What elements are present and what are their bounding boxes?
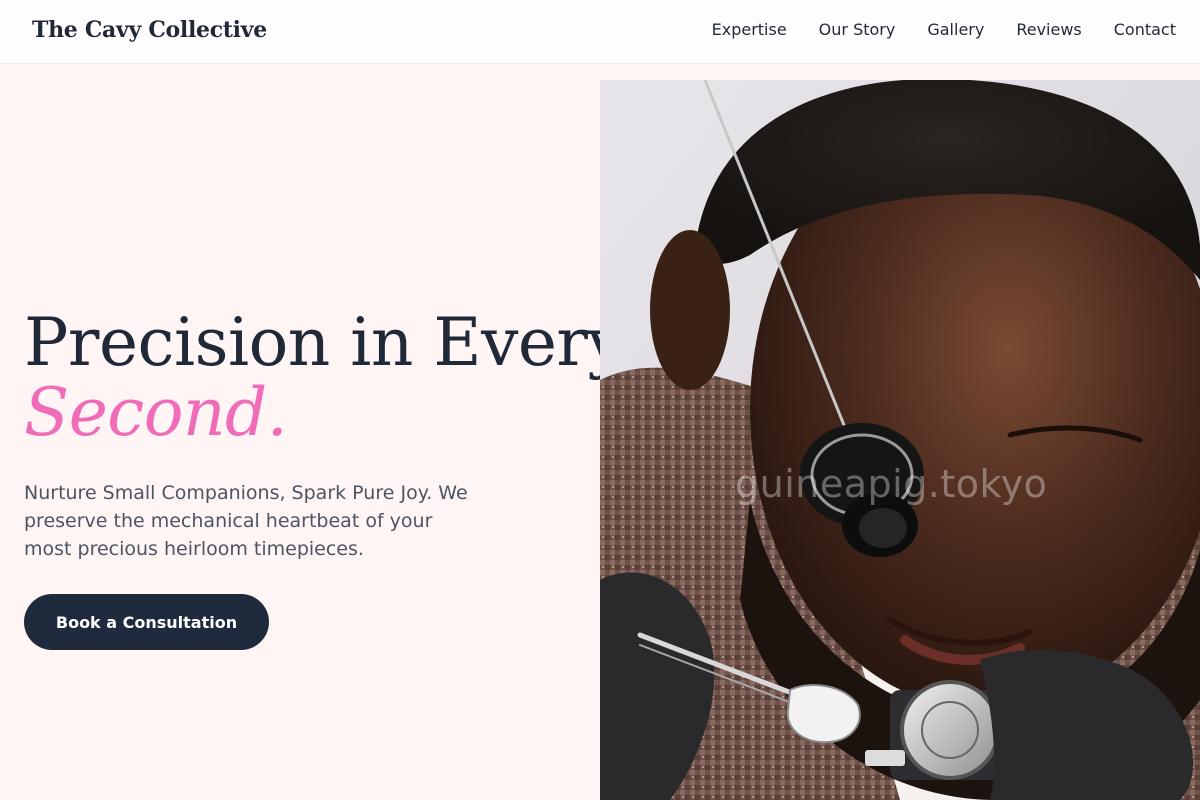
hero-tagline: Nurture Small Companions, Spark Pure Joy… (24, 482, 468, 560)
nav-link-expertise[interactable]: Expertise (712, 20, 787, 40)
hero-photo-illustration (600, 80, 1200, 800)
watchmaker-photo-icon (600, 80, 1200, 800)
nav-link-our-story[interactable]: Our Story (819, 20, 896, 40)
hero-headline-line1: Precision in Every (24, 304, 625, 381)
hero-headline-accent: Second. (24, 374, 288, 451)
main-nav: Expertise Our Story Gallery Reviews Cont… (712, 20, 1176, 40)
nav-link-contact[interactable]: Contact (1114, 20, 1176, 40)
nav-link-gallery[interactable]: Gallery (927, 20, 984, 40)
nav-link-reviews[interactable]: Reviews (1016, 20, 1081, 40)
site-header: The Cavy Collective Expertise Our Story … (0, 0, 1200, 64)
hero-headline: Precision in Every Second. (24, 304, 625, 451)
book-consultation-button[interactable]: Book a Consultation (24, 594, 269, 650)
site-logo[interactable]: The Cavy Collective (32, 17, 267, 43)
